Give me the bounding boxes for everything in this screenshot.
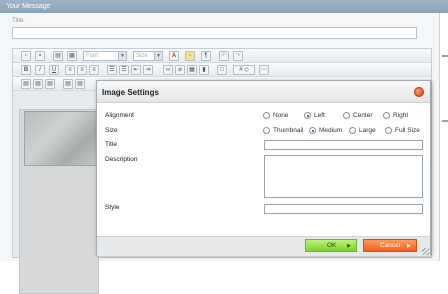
scroll-marker xyxy=(442,120,448,122)
chevron-down-icon: ▼ xyxy=(154,52,162,60)
toolbar-row-2: B I U ≡ ≡ ≡ ☰ ☰ ⇤ ⇥ ∞ ⌀ ▦ ▮ □ # ◇ ⋯ xyxy=(13,63,431,77)
paste-word-icon[interactable]: ▦ xyxy=(67,51,77,61)
dialog-footer: OK ▶ Cancel ▶ xyxy=(97,236,430,256)
dialog-body: Alignment None Left Center Right Size Th… xyxy=(97,103,430,236)
image-title-input[interactable] xyxy=(264,140,423,150)
toolbar-row-1: ▫ ▪ ▤ ▦ Font ▼ Size ▼ A ▫ ¶ ↶ ↷ xyxy=(13,49,431,63)
source-button[interactable]: # ◇ xyxy=(233,65,255,75)
ok-button[interactable]: OK ▶ xyxy=(305,239,357,252)
size-select-label: Size xyxy=(136,53,148,59)
resize-grip-icon[interactable] xyxy=(422,248,429,255)
link-icon[interactable]: ∞ xyxy=(163,65,173,75)
size-option-full-size[interactable]: Full Size xyxy=(385,126,420,135)
size-option-large[interactable]: Large xyxy=(349,126,376,135)
media-icon[interactable]: ▮ xyxy=(199,65,209,75)
align-center-icon[interactable]: ≡ xyxy=(77,65,87,75)
title-field-label: Title xyxy=(105,141,118,148)
format-icon[interactable]: ▤ xyxy=(21,79,31,89)
cancel-button[interactable]: Cancel ▶ xyxy=(363,239,417,252)
radio-icon xyxy=(349,127,356,134)
dialog-title: Image Settings xyxy=(102,88,159,97)
redo-icon[interactable]: ↷ xyxy=(233,51,243,61)
more-icon[interactable]: ⋯ xyxy=(259,65,269,75)
table-icon[interactable]: ▦ xyxy=(187,65,197,75)
italic-button[interactable]: I xyxy=(35,65,45,75)
radio-icon xyxy=(263,127,270,134)
size-label: Size xyxy=(105,127,118,134)
image-description-textarea[interactable] xyxy=(264,155,423,198)
style-field-label: Style xyxy=(105,204,120,211)
section-header: Your Message xyxy=(0,0,448,13)
cancel-button-label: Cancel xyxy=(380,242,401,249)
unlink-icon[interactable]: ⌀ xyxy=(175,65,185,75)
radio-icon xyxy=(343,112,350,119)
arrow-right-icon: ▶ xyxy=(347,243,351,249)
indent-icon[interactable]: ⇥ xyxy=(143,65,153,75)
image-style-input[interactable] xyxy=(264,204,423,214)
size-option-medium[interactable]: Medium xyxy=(309,126,342,135)
size-select[interactable]: Size ▼ xyxy=(133,51,163,61)
image-icon[interactable]: ▪ xyxy=(35,51,45,61)
align-left-icon[interactable]: ≡ xyxy=(65,65,75,75)
title-label: Title: xyxy=(12,18,25,24)
paragraph-icon[interactable]: ¶ xyxy=(201,51,211,61)
alignment-option-center[interactable]: Center xyxy=(343,111,373,120)
chevron-down-icon: ▼ xyxy=(118,52,126,60)
outdent-icon[interactable]: ⇤ xyxy=(131,65,141,75)
style-icon[interactable]: ▤ xyxy=(33,79,43,89)
alignment-label: Alignment xyxy=(105,112,134,119)
ok-button-label: OK xyxy=(327,242,337,249)
radio-selected-icon xyxy=(304,112,311,119)
text-color-icon[interactable]: A xyxy=(169,51,179,61)
new-doc-icon[interactable]: ▫ xyxy=(21,51,31,61)
section-header-title: Your Message xyxy=(6,3,51,10)
highlight-icon[interactable]: ▫ xyxy=(185,51,195,61)
description-field-label: Description xyxy=(105,156,138,163)
alignment-option-right[interactable]: Right xyxy=(383,111,408,120)
undo-icon[interactable]: ↶ xyxy=(219,51,229,61)
gallery-icon[interactable]: ▤ xyxy=(75,79,85,89)
title-input[interactable] xyxy=(12,27,417,39)
dialog-titlebar[interactable]: Image Settings xyxy=(97,81,430,103)
radio-selected-icon xyxy=(309,127,316,134)
scroll-marker xyxy=(442,55,448,57)
numbered-list-icon[interactable]: ☰ xyxy=(119,65,129,75)
close-icon[interactable] xyxy=(414,87,424,97)
font-select-label: Font xyxy=(86,53,99,59)
align-right-icon[interactable]: ≡ xyxy=(89,65,99,75)
template-icon[interactable]: ▤ xyxy=(63,79,73,89)
radio-icon xyxy=(383,112,390,119)
bullet-list-icon[interactable]: ☰ xyxy=(107,65,117,75)
inserted-image-thumbnail[interactable] xyxy=(24,111,100,166)
alignment-option-left[interactable]: Left xyxy=(304,111,325,120)
image-settings-dialog: Image Settings Alignment None Left Cente… xyxy=(96,80,431,256)
arrow-right-icon: ▶ xyxy=(407,243,411,249)
fullscreen-icon[interactable]: □ xyxy=(217,65,227,75)
bold-button[interactable]: B xyxy=(21,65,31,75)
paste-icon[interactable]: ▤ xyxy=(53,51,63,61)
underline-button[interactable]: U xyxy=(49,65,59,75)
font-select[interactable]: Font ▼ xyxy=(83,51,127,61)
alignment-option-none[interactable]: None xyxy=(263,111,289,120)
radio-icon xyxy=(385,127,392,134)
clear-format-icon[interactable]: ▤ xyxy=(45,79,55,89)
size-option-thumbnail[interactable]: Thumbnail xyxy=(263,126,303,135)
radio-icon xyxy=(263,112,270,119)
